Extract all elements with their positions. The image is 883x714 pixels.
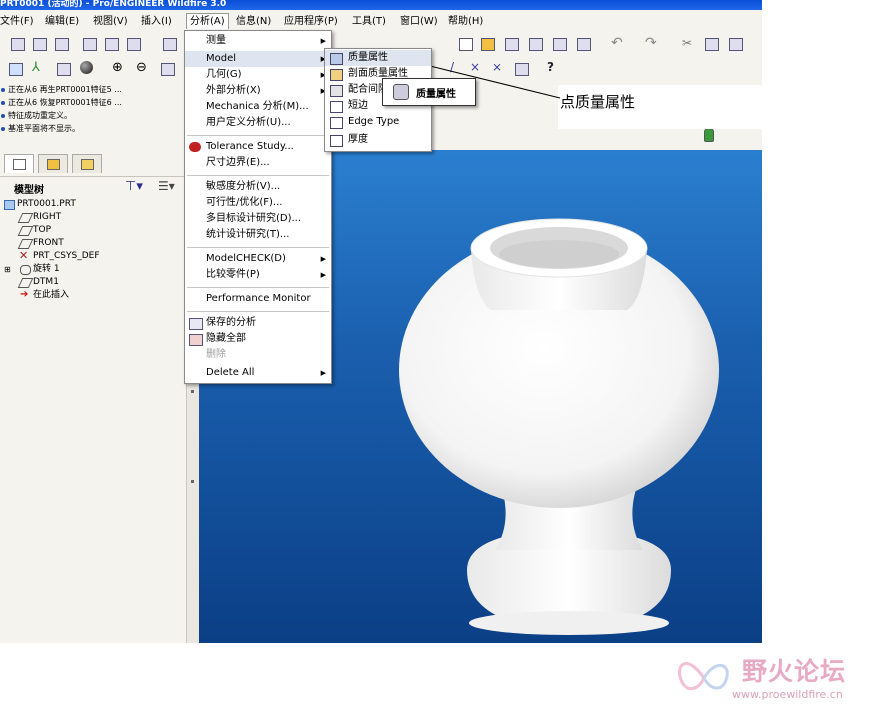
menu-item-delete-all[interactable]: Delete All ▶ — [185, 365, 331, 381]
menu-item-compare-parts[interactable]: 比较零件(P) ▶ — [185, 267, 331, 283]
menu-separator — [187, 311, 329, 312]
x-section-mass-icon — [330, 69, 343, 81]
menu-separator — [187, 175, 329, 176]
submenu-item-thickness[interactable]: 厚度 — [325, 132, 431, 148]
thickness-icon — [330, 135, 343, 147]
menu-item-saved-analysis[interactable]: 保存的分析 — [185, 315, 331, 331]
tolerance-icon — [189, 142, 201, 152]
menu-item-external-analysis[interactable]: 外部分析(X)▶ — [185, 83, 331, 99]
submenu-arrow-icon: ▶ — [320, 37, 326, 45]
menu-item-feasibility[interactable]: 可行性/优化(F)... — [185, 195, 331, 211]
analysis-dropdown-menu: 测量▶ Model▶ 几何(G)▶ 外部分析(X)▶ Mechanica 分析(… — [184, 30, 332, 384]
menu-item-modelcheck[interactable]: ModelCHECK(D) ▶ — [185, 251, 331, 267]
menu-item-user-defined-analysis[interactable]: 用户定义分析(U)... — [185, 115, 331, 131]
menu-item-measure[interactable]: 测量 ▶ — [185, 33, 331, 49]
mass-properties-tooltip: 质量属性 — [382, 78, 476, 106]
tooltip-label: 质量属性 — [416, 89, 456, 100]
mass-props-icon — [393, 84, 409, 100]
menu-item-hide-all[interactable]: 隐藏全部 — [185, 331, 331, 347]
menu-item-delete: 删除 — [206, 349, 226, 360]
menu-separator — [187, 135, 329, 136]
short-edge-icon — [330, 101, 343, 113]
edge-type-icon — [330, 117, 343, 129]
menu-separator — [187, 287, 329, 288]
menu-item-geometry[interactable]: 几何(G)▶ — [185, 67, 331, 83]
watermark-title: 野火论坛 — [742, 657, 847, 686]
menu-item-dimension-boundary[interactable]: 尺寸边界(E)... — [185, 155, 331, 171]
menu-item-performance-monitor[interactable]: Performance Monitor — [185, 291, 331, 307]
menu-item-tolerance-study[interactable]: Tolerance Study... — [185, 139, 331, 155]
menu-item-model[interactable]: Model▶ — [185, 51, 331, 67]
submenu-item-mass-properties[interactable]: 质量属性 — [325, 50, 431, 66]
menu-item-statistical-design[interactable]: 统计设计研究(T)... — [185, 227, 331, 243]
proe-window: PRT0001 (活动的) - Pro/ENGINEER Wildfire 3.… — [0, 0, 762, 643]
mass-props-icon — [330, 53, 343, 65]
butterfly-logo-icon — [677, 662, 729, 691]
clearance-icon — [330, 85, 343, 97]
forum-watermark: 野火论坛 www.proewildfire.cn — [672, 648, 872, 708]
menu-item-sensitivity[interactable]: 敏感度分析(V)... — [185, 179, 331, 195]
menu-separator — [187, 247, 329, 248]
submenu-arrow-icon: ▶ — [320, 271, 326, 279]
submenu-arrow-icon: ▶ — [320, 255, 326, 263]
hide-all-icon — [189, 334, 203, 346]
menu-item-mechanica[interactable]: Mechanica 分析(M)... — [185, 99, 331, 115]
saved-analysis-icon — [189, 318, 203, 330]
menu-item-multi-objective[interactable]: 多目标设计研究(D)... — [185, 211, 331, 227]
submenu-item-edge-type[interactable]: Edge Type — [325, 114, 431, 130]
submenu-arrow-icon: ▶ — [320, 369, 326, 377]
watermark-url: www.proewildfire.cn — [732, 688, 843, 701]
